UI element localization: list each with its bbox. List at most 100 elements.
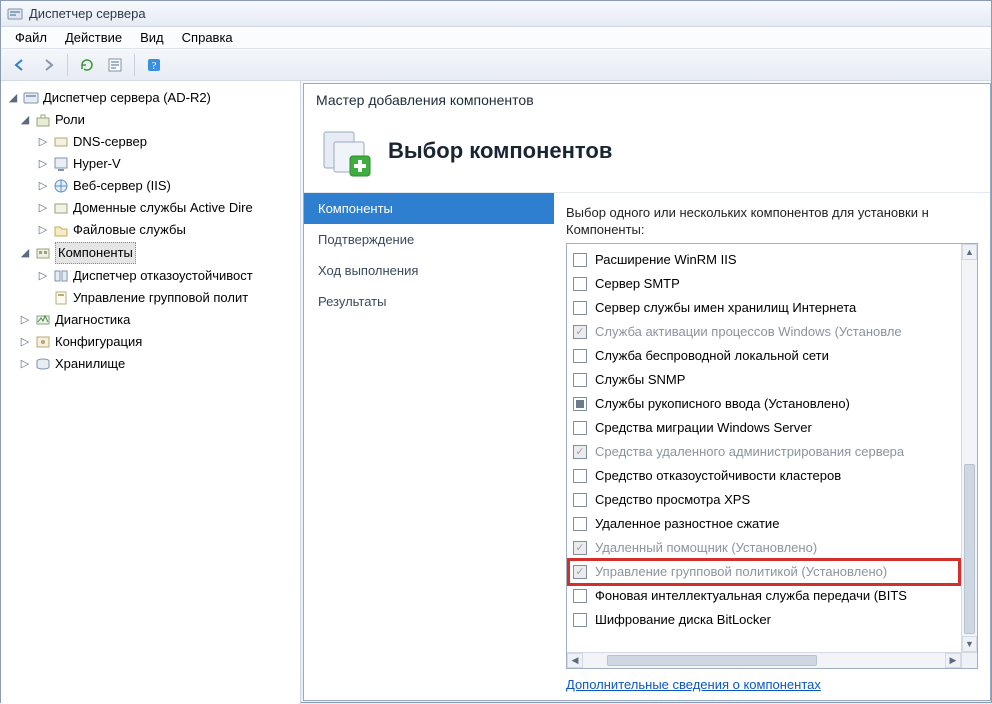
step-confirm[interactable]: Подтверждение — [304, 224, 554, 255]
wizard-list-label: Компоненты: — [566, 222, 978, 237]
label: DNS-сервер — [73, 132, 147, 152]
list-item[interactable]: Сервер SMTP — [569, 272, 959, 296]
titlebar: Диспетчер сервера — [1, 1, 991, 27]
tree-gpmc[interactable]: Управление групповой полит — [1, 287, 300, 309]
label: Управление групповой полит — [73, 288, 248, 308]
checkbox[interactable] — [573, 253, 587, 267]
checkbox[interactable] — [573, 613, 587, 627]
list-item-gpmc[interactable]: Управление групповой политикой (Установл… — [569, 560, 959, 584]
forward-button[interactable] — [35, 53, 61, 77]
tree-storage[interactable]: ▷Хранилище — [1, 353, 300, 375]
checkbox — [573, 325, 587, 339]
checkbox — [573, 445, 587, 459]
tree-failover[interactable]: ▷Диспетчер отказоустойчивост — [1, 265, 300, 287]
menu-view[interactable]: Вид — [132, 28, 172, 47]
diagnostics-icon — [35, 312, 51, 328]
expand-icon[interactable]: ▷ — [37, 176, 49, 196]
list-item[interactable]: Удаленное разностное сжатие — [569, 512, 959, 536]
horizontal-scrollbar[interactable]: ◀ ▶ — [567, 652, 961, 668]
list-item[interactable]: Служба беспроводной локальной сети — [569, 344, 959, 368]
checkbox[interactable] — [573, 373, 587, 387]
wizard-instruction: Выбор одного или нескольких компонентов … — [566, 205, 978, 220]
expand-icon[interactable]: ▷ — [37, 154, 49, 174]
list-item[interactable]: Средство просмотра XPS — [569, 488, 959, 512]
body: ◢ Диспетчер сервера (AD-R2) ◢ Роли — [1, 81, 991, 704]
scrollbar-thumb[interactable] — [607, 655, 817, 666]
list-item[interactable]: Шифрование диска BitLocker — [569, 608, 959, 632]
collapse-icon[interactable]: ◢ — [19, 243, 31, 263]
list-item[interactable]: Сервер службы имен хранилищ Интернета — [569, 296, 959, 320]
checkbox[interactable] — [573, 493, 587, 507]
scroll-up-icon[interactable]: ▲ — [962, 244, 977, 260]
list-item[interactable]: Службы SNMP — [569, 368, 959, 392]
checkbox[interactable] — [573, 301, 587, 315]
menu-file[interactable]: Файл — [7, 28, 55, 47]
refresh-button[interactable] — [74, 53, 100, 77]
scroll-right-icon[interactable]: ▶ — [945, 653, 961, 668]
nav-tree[interactable]: ◢ Диспетчер сервера (AD-R2) ◢ Роли — [1, 81, 301, 704]
tree-dns[interactable]: ▷ DNS-сервер — [1, 131, 300, 153]
list-item[interactable]: Службы рукописного ввода (Установлено) — [569, 392, 959, 416]
scrollbar-thumb[interactable] — [964, 464, 975, 634]
list-item[interactable]: Фоновая интеллектуальная служба передачи… — [569, 584, 959, 608]
properties-button[interactable] — [102, 53, 128, 77]
wizard-icon — [320, 124, 374, 178]
scroll-left-icon[interactable]: ◀ — [567, 653, 583, 668]
item-label: Средства миграции Windows Server — [595, 419, 812, 437]
tree-diag[interactable]: ▷Диагностика — [1, 309, 300, 331]
label: Конфигурация — [55, 332, 142, 352]
checkbox[interactable] — [573, 469, 587, 483]
step-results[interactable]: Результаты — [304, 286, 554, 317]
scrollbar-corner — [961, 652, 977, 668]
server-icon — [23, 90, 39, 106]
expand-icon[interactable]: ▷ — [37, 220, 49, 240]
tree-iis[interactable]: ▷Веб-сервер (IIS) — [1, 175, 300, 197]
expand-icon[interactable]: ▷ — [19, 332, 31, 352]
tree-file[interactable]: ▷ Файловые службы — [1, 219, 300, 241]
scroll-down-icon[interactable]: ▼ — [962, 636, 977, 652]
failover-icon — [53, 268, 69, 284]
tree-roles[interactable]: ◢ Роли — [1, 109, 300, 131]
collapse-icon[interactable]: ◢ — [7, 88, 19, 108]
checkbox[interactable] — [573, 277, 587, 291]
checkbox[interactable] — [573, 517, 587, 531]
list-item[interactable]: Расширение WinRM IIS — [569, 248, 959, 272]
item-label: Службы SNMP — [595, 371, 685, 389]
vertical-scrollbar[interactable]: ▲ ▼ — [961, 244, 977, 652]
list-item[interactable]: Средство отказоустойчивости кластеров — [569, 464, 959, 488]
back-button[interactable] — [7, 53, 33, 77]
expand-icon[interactable]: ▷ — [19, 310, 31, 330]
tree-hyperv[interactable]: ▷Hyper-V — [1, 153, 300, 175]
list-item[interactable]: Удаленный помощник (Установлено) — [569, 536, 959, 560]
toolbar: ? — [1, 49, 991, 81]
menu-action[interactable]: Действие — [57, 28, 130, 47]
expand-icon[interactable]: ▷ — [37, 132, 49, 152]
tree-roles-label: Роли — [55, 110, 85, 130]
svg-text:?: ? — [152, 60, 157, 72]
expand-icon[interactable]: ▷ — [37, 198, 49, 218]
tree-adds[interactable]: ▷Доменные службы Active Dire — [1, 197, 300, 219]
expand-icon[interactable]: ▷ — [19, 354, 31, 374]
list-item[interactable]: Средства удаленного администрирования се… — [569, 440, 959, 464]
checkbox[interactable] — [573, 421, 587, 435]
list-item[interactable]: Служба активации процессов Windows (Уста… — [569, 320, 959, 344]
label: Файловые службы — [73, 220, 186, 240]
menubar: Файл Действие Вид Справка — [1, 27, 991, 49]
tree-config[interactable]: ▷ Конфигурация — [1, 331, 300, 353]
menu-help[interactable]: Справка — [174, 28, 241, 47]
expand-icon[interactable]: ▷ — [37, 266, 49, 286]
tree-features[interactable]: ◢ Компоненты — [1, 241, 300, 265]
step-features[interactable]: Компоненты — [304, 193, 554, 224]
checkbox[interactable] — [573, 397, 587, 411]
file-services-icon — [53, 222, 69, 238]
item-label: Расширение WinRM IIS — [595, 251, 737, 269]
more-about-features-link[interactable]: Дополнительные сведения о компонентах — [566, 669, 978, 692]
help-button[interactable]: ? — [141, 53, 167, 77]
collapse-icon[interactable]: ◢ — [19, 110, 31, 130]
tree-root[interactable]: ◢ Диспетчер сервера (AD-R2) — [1, 87, 300, 109]
list-item[interactable]: Средства миграции Windows Server — [569, 416, 959, 440]
checkbox[interactable] — [573, 349, 587, 363]
checkbox[interactable] — [573, 589, 587, 603]
features-listbox[interactable]: Расширение WinRM IIS Сервер SMTP Сервер … — [566, 243, 978, 669]
step-progress[interactable]: Ход выполнения — [304, 255, 554, 286]
